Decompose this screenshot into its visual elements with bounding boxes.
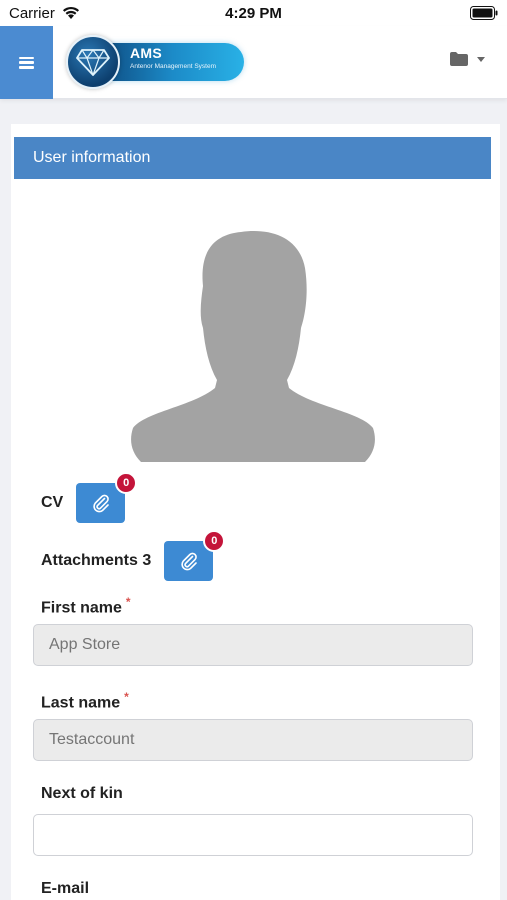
- battery-icon: [470, 6, 498, 20]
- chevron-down-icon: [477, 56, 485, 62]
- hamburger-icon: [19, 56, 34, 69]
- logo-subtitle: Antenor Management System: [130, 63, 216, 70]
- attachments-button[interactable]: 0: [164, 530, 226, 581]
- attachments-row: Attachments 3 0: [41, 530, 226, 581]
- paperclip-icon: [181, 552, 197, 571]
- cv-attach-button[interactable]: 0: [76, 472, 138, 523]
- attachments-count-badge: 0: [203, 530, 226, 552]
- last-name-label: Last name *: [41, 690, 129, 712]
- logo-title: AMS: [130, 45, 163, 61]
- ams-logo[interactable]: AMS Antenor Management System: [64, 33, 246, 91]
- cv-row: CV 0: [41, 472, 138, 523]
- cv-label: CV: [41, 494, 64, 511]
- clock: 4:29 PM: [225, 5, 282, 22]
- required-marker: *: [125, 595, 131, 609]
- required-marker: *: [124, 690, 129, 704]
- first-name-label: First name *: [41, 595, 131, 617]
- status-bar: Carrier 4:29 PM: [0, 0, 507, 26]
- next-of-kin-label: Next of kin: [41, 785, 123, 802]
- folder-icon: [450, 52, 468, 66]
- email-label: E-mail: [41, 880, 90, 897]
- card-title: User information: [14, 137, 491, 179]
- folder-dropdown[interactable]: [450, 52, 485, 66]
- cv-count-badge: 0: [115, 472, 138, 494]
- paperclip-icon: [93, 494, 109, 513]
- app-header: AMS Antenor Management System: [0, 26, 507, 99]
- avatar-placeholder-icon[interactable]: [129, 216, 377, 462]
- menu-button[interactable]: [0, 26, 53, 99]
- diamond-icon: [66, 35, 120, 89]
- next-of-kin-field[interactable]: [33, 814, 473, 856]
- first-name-field[interactable]: [33, 624, 473, 666]
- attachments-label: Attachments 3: [41, 552, 152, 569]
- last-name-field[interactable]: [33, 719, 473, 761]
- user-information-card: User information CV 0 Attachments 3 0 Fi…: [11, 124, 500, 900]
